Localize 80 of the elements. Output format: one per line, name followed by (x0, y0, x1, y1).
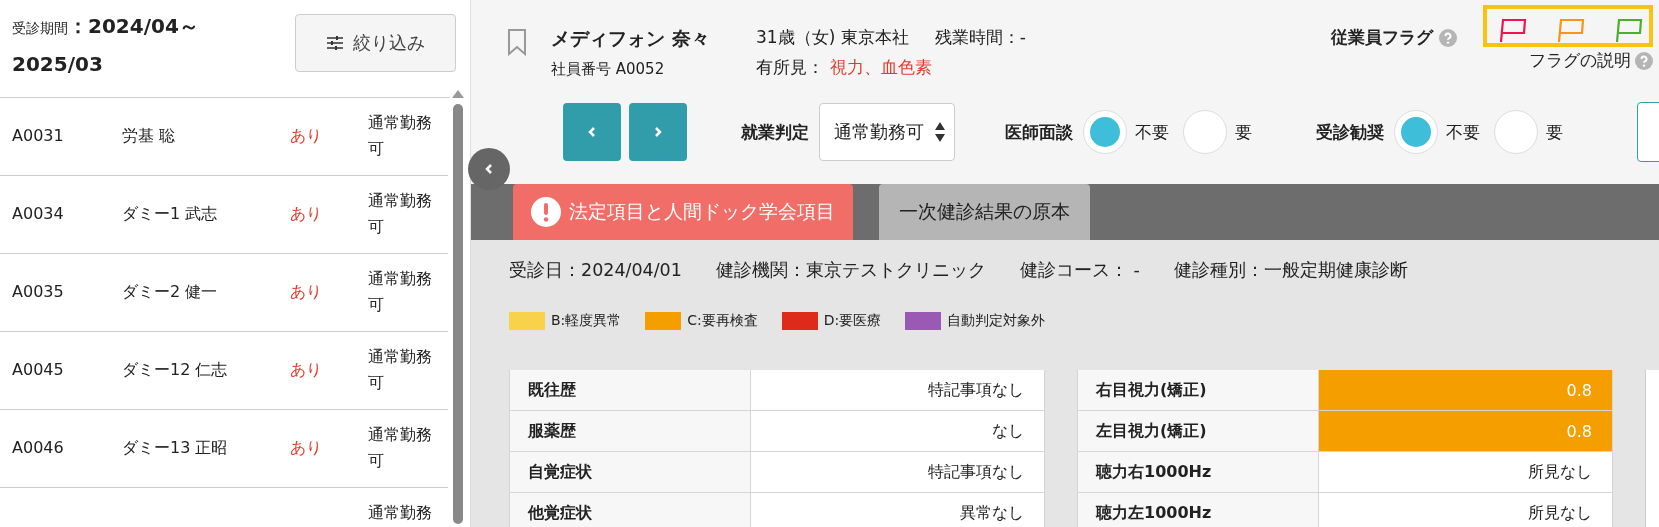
radio-option[interactable]: 要 (1183, 110, 1252, 154)
radio-button[interactable] (1183, 110, 1227, 154)
employee-row[interactable]: 通常勤務 (0, 488, 448, 527)
work-judgement: 通常勤務可 (368, 112, 433, 160)
radio-group-label: 医師面談 (1005, 120, 1073, 144)
bookmark-icon[interactable] (507, 28, 527, 56)
chevron-left-icon (588, 126, 596, 138)
item-name: 既往歴 (510, 370, 751, 410)
item-name: 服薬歴 (510, 411, 751, 451)
radio-option[interactable]: 不要 (1083, 110, 1169, 154)
finding-status: あり (290, 281, 323, 303)
filter-button[interactable]: 絞り込み (295, 14, 456, 72)
employee-profile: 31歳（女) 東京本社 (756, 27, 909, 47)
scroll-up-icon[interactable] (452, 90, 464, 98)
employee-name: ダミー12 仁志 (122, 359, 229, 381)
legend-label: D:要医療 (823, 312, 882, 330)
work-judgement: 通常勤務可 (368, 424, 433, 472)
finding-status: あり (290, 437, 323, 459)
exam-info: 健診コース： - (1019, 259, 1140, 282)
item-name: 自覚症状 (510, 452, 751, 492)
flag-icon[interactable] (1557, 16, 1585, 43)
employee-name: 労基 聡 (122, 125, 177, 147)
chevron-right-icon (654, 126, 662, 138)
work-judgement: 通常勤務可 (368, 190, 433, 238)
employee-id: A0035 (11, 281, 65, 303)
exam-info: 健診機関：東京テストクリニック (715, 259, 986, 282)
flag-icon[interactable] (1499, 16, 1527, 43)
employee-id: A0031 (11, 125, 65, 147)
exam-period: 受診期間：2024/04～2025/03 (12, 13, 200, 78)
work-judgement-select[interactable]: 通常勤務可 (819, 103, 955, 161)
finding-status: あり (290, 125, 323, 147)
flag-description-link[interactable]: フラグの説明 (1529, 49, 1631, 72)
employee-row[interactable]: A0034 ダミー1 武志 あり 通常勤務可 (0, 176, 448, 254)
legend-label: 自動判定対象外 (947, 312, 1046, 330)
findings-label: 有所見： (756, 57, 824, 77)
finding-status: あり (290, 203, 323, 225)
radio-group-label: 受診勧奨 (1316, 120, 1384, 144)
work-judgement: 通常勤務 (368, 502, 433, 524)
radio-button[interactable] (1494, 110, 1538, 154)
help-icon[interactable] (1439, 28, 1457, 47)
employee-row[interactable]: A0046 ダミー13 正昭 あり 通常勤務可 (0, 410, 448, 488)
item-value: 0.8 (1319, 411, 1612, 451)
employee-row[interactable]: A0031 労基 聡 あり 通常勤務可 (0, 98, 448, 176)
flags-label: 従業員フラグ (1331, 26, 1433, 49)
radio-option[interactable]: 不要 (1394, 110, 1480, 154)
legend-label: B:軽度異常 (551, 312, 622, 330)
item-value: 0.8 (1319, 370, 1612, 410)
employee-row[interactable]: A0045 ダミー12 仁志 あり 通常勤務可 (0, 332, 448, 410)
item-name: 左目視力(矯正) (1078, 411, 1319, 451)
radio-option[interactable]: 要 (1494, 110, 1563, 154)
employee-row[interactable]: A0035 ダミー2 健一 あり 通常勤務可 (0, 254, 448, 332)
sort-arrows-icon (934, 121, 946, 143)
work-judgement: 通常勤務可 (368, 268, 433, 316)
help-icon[interactable] (1635, 51, 1653, 70)
item-name: 聴力右1000Hz (1078, 452, 1319, 492)
work-judgement: 通常勤務可 (368, 346, 433, 394)
item-name: 他覚症状 (510, 493, 751, 527)
legend-label: C:要再検査 (687, 312, 758, 330)
finding-status: あり (290, 359, 323, 381)
item-name: 右目視力(矯正) (1078, 370, 1319, 410)
findings-value: 視力、血色素 (830, 57, 932, 77)
tab[interactable]: 一次健診結果の原本 (879, 184, 1090, 240)
sliders-icon (326, 36, 343, 50)
employee-id: A0045 (11, 359, 65, 381)
exam-info: 受診日：2024/04/01 (509, 259, 682, 282)
employee-name: メディフォン 奈々 (551, 26, 711, 51)
employee-name: ダミー2 健一 (122, 281, 219, 303)
overtime-hours: 残業時間：- (934, 27, 1026, 47)
work-judgement-label: 就業判定 (741, 120, 809, 144)
item-name: 聴力左1000Hz (1078, 493, 1319, 527)
exam-info: 健診種別：一般定期健康診断 (1173, 259, 1408, 282)
radio-button[interactable] (1394, 110, 1438, 154)
employee-name: ダミー13 正昭 (122, 437, 229, 459)
employee-id: A0046 (11, 437, 65, 459)
employee-id: A0034 (11, 203, 65, 225)
employee-name: ダミー1 武志 (122, 203, 219, 225)
radio-button[interactable] (1083, 110, 1127, 154)
employee-number: 社員番号 A0052 (551, 60, 666, 79)
chevron-left-icon (485, 163, 493, 175)
flag-icon[interactable] (1615, 16, 1643, 43)
